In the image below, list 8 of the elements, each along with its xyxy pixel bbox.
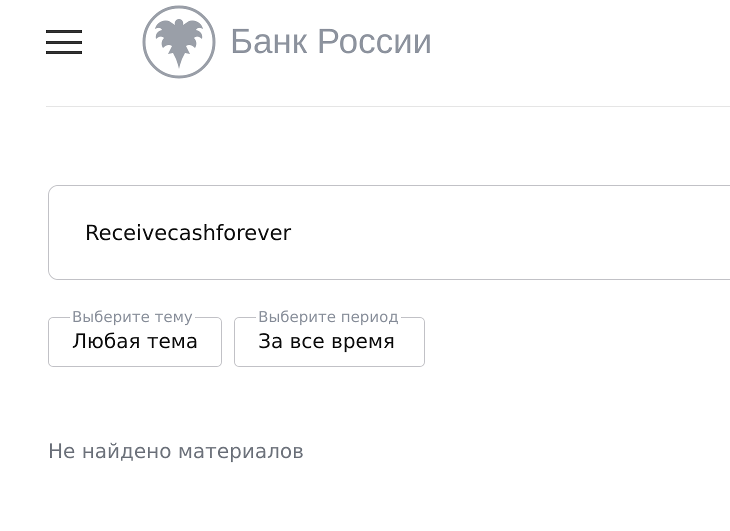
brand-name: Банк России	[230, 22, 432, 62]
field-label: Выберите период	[257, 308, 400, 326]
menu-button[interactable]	[46, 30, 82, 54]
empty-results-message: Не найдено материалов	[48, 439, 305, 463]
search-field[interactable]: Receivecashforever	[48, 185, 730, 280]
field-label: Выберите тему	[71, 308, 194, 326]
filter-select[interactable]: Выберите период За все время	[234, 308, 425, 367]
filter-select[interactable]: Выберите тему Любая тема	[48, 308, 222, 367]
